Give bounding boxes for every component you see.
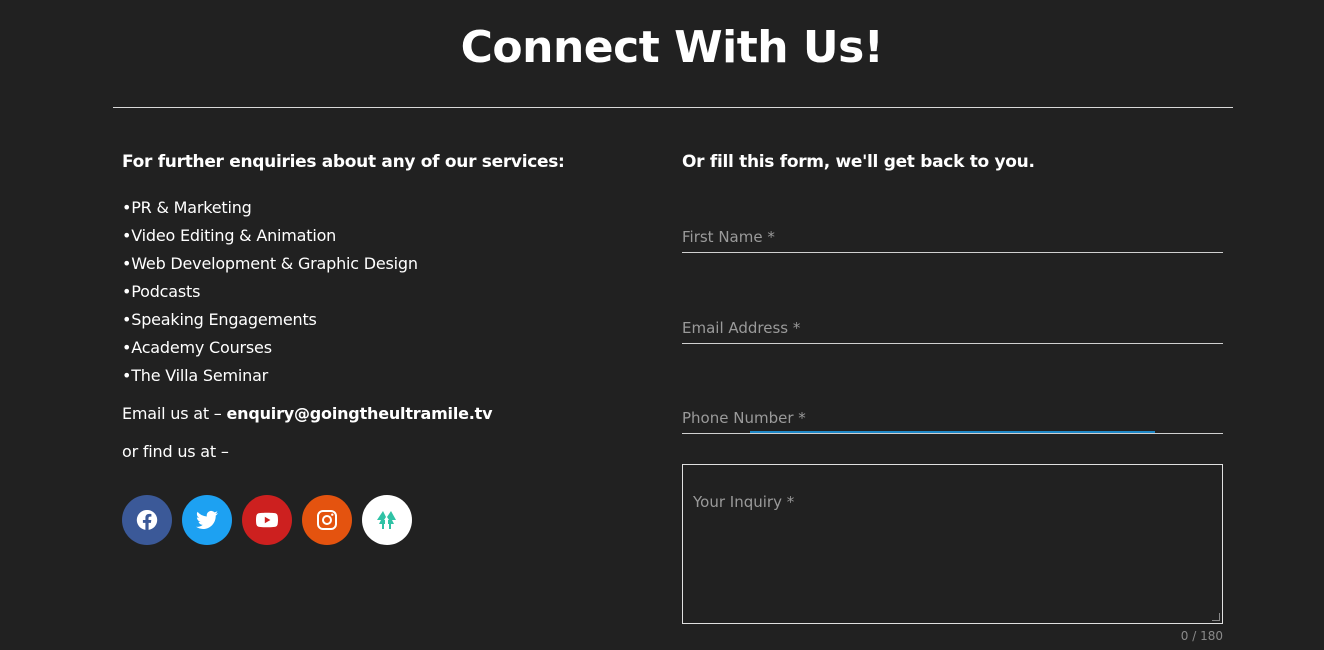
inquiry-field: [682, 464, 1223, 624]
service-item: •Podcasts: [122, 282, 201, 301]
linktree-icon: [377, 511, 396, 529]
email-line: Email us at – enquiry@goingtheultramile.…: [122, 400, 642, 428]
email-link[interactable]: enquiry@goingtheultramile.tv: [227, 404, 493, 423]
social-links: [122, 495, 642, 545]
service-item: •Web Development & Graphic Design: [122, 254, 418, 273]
twitter-button[interactable]: [182, 495, 232, 545]
instagram-button[interactable]: [302, 495, 352, 545]
page-title: Connect With Us!: [460, 22, 884, 73]
focus-underline: [750, 431, 1155, 433]
find-us-text: or find us at –: [122, 442, 229, 461]
character-counter: 0 / 180: [1180, 629, 1223, 643]
phone-field: [682, 390, 1223, 434]
youtube-icon: [256, 512, 278, 528]
email-input[interactable]: [682, 300, 1223, 343]
service-item: •Speaking Engagements: [122, 310, 317, 329]
email-prefix: Email us at –: [122, 404, 227, 423]
email-field: [682, 300, 1223, 344]
twitter-icon: [196, 510, 218, 529]
phone-input[interactable]: [682, 390, 1223, 433]
instagram-icon: [317, 510, 337, 530]
service-item: •Video Editing & Animation: [122, 226, 337, 245]
contact-form: Or fill this form, we'll get back to you…: [682, 150, 1223, 643]
service-item: •Academy Courses: [122, 338, 272, 357]
divider: [113, 107, 1233, 108]
linktree-button[interactable]: [362, 495, 412, 545]
contact-info-section: For further enquiries about any of our s…: [122, 150, 642, 545]
first-name-field: [682, 209, 1223, 253]
facebook-button[interactable]: [122, 495, 172, 545]
inquiry-textarea[interactable]: [683, 465, 1222, 623]
form-heading: Or fill this form, we'll get back to you…: [682, 152, 1035, 172]
youtube-button[interactable]: [242, 495, 292, 545]
services-list: •PR & Marketing •Video Editing & Animati…: [122, 194, 642, 390]
service-item: •The Villa Seminar: [122, 366, 269, 385]
first-name-input[interactable]: [682, 209, 1223, 252]
resize-handle[interactable]: [1212, 613, 1220, 621]
contact-heading: For further enquiries about any of our s…: [122, 152, 565, 172]
facebook-icon: [136, 509, 158, 530]
service-item: •PR & Marketing: [122, 198, 252, 217]
